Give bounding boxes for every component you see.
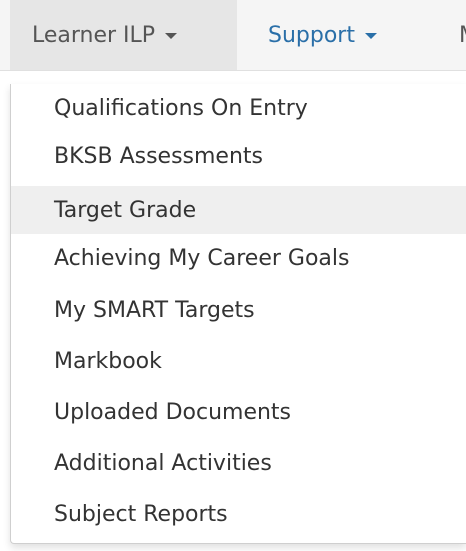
- menu-item-uploaded-documents[interactable]: Uploaded Documents: [11, 388, 466, 436]
- menu-item-label: Additional Activities: [54, 450, 272, 476]
- caret-down-icon: [364, 33, 377, 39]
- nav-item-truncated[interactable]: M: [459, 0, 466, 70]
- menu-item-label: Subject Reports: [54, 501, 228, 527]
- top-navbar: Learner ILP Support M: [0, 0, 466, 71]
- menu-item-label: Markbook: [54, 348, 162, 374]
- menu-item-bksb-assessments[interactable]: BKSB Assessments: [11, 132, 466, 180]
- menu-item-markbook[interactable]: Markbook: [11, 337, 466, 385]
- menu-item-target-grade[interactable]: Target Grade: [11, 186, 466, 234]
- nav-item-truncated-label: M: [459, 23, 466, 48]
- nav-learner-ilp-label: Learner ILP: [32, 22, 156, 48]
- nav-support-label: Support: [268, 22, 355, 48]
- menu-item-qualifications-on-entry[interactable]: Qualifications On Entry: [11, 84, 466, 132]
- nav-learner-ilp-dropdown[interactable]: Learner ILP: [10, 0, 237, 70]
- menu-item-label: Target Grade: [54, 197, 197, 223]
- learner-ilp-dropdown-menu: Qualifications On Entry BKSB Assessments…: [10, 84, 466, 544]
- caret-down-icon: [165, 33, 178, 39]
- menu-item-additional-activities[interactable]: Additional Activities: [11, 439, 466, 487]
- menu-item-label: Uploaded Documents: [54, 399, 292, 425]
- menu-item-achieving-my-career-goals[interactable]: Achieving My Career Goals: [11, 234, 466, 282]
- menu-item-subject-reports[interactable]: Subject Reports: [11, 490, 466, 538]
- menu-item-my-smart-targets[interactable]: My SMART Targets: [11, 286, 466, 334]
- menu-item-label: BKSB Assessments: [54, 143, 263, 169]
- nav-support-dropdown[interactable]: Support: [268, 0, 377, 70]
- menu-item-label: My SMART Targets: [54, 297, 255, 323]
- menu-item-label: Qualifications On Entry: [54, 95, 308, 121]
- menu-item-label: Achieving My Career Goals: [54, 245, 350, 271]
